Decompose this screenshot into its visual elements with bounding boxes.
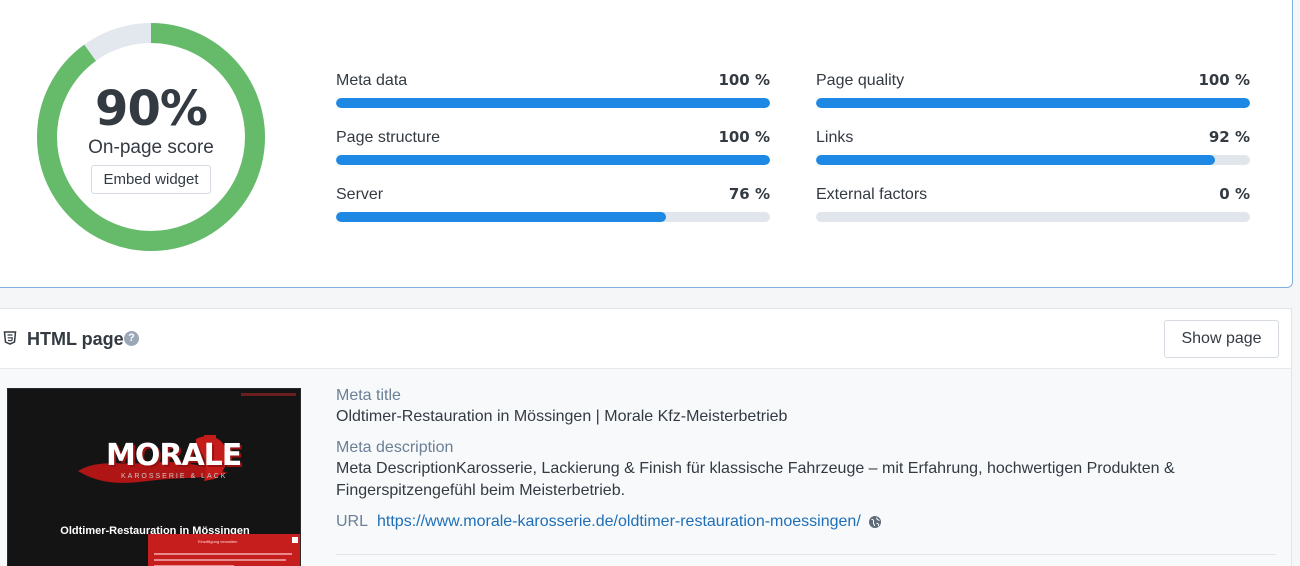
score-value: 90% xyxy=(95,80,208,137)
embed-widget-button[interactable]: Embed widget xyxy=(91,164,211,194)
metric-name: Meta data xyxy=(336,72,408,89)
page-url-link[interactable]: https://www.morale-karosserie.de/oldtime… xyxy=(377,513,861,531)
metric-progress-fill xyxy=(816,98,1250,108)
globe-icon[interactable] xyxy=(868,515,882,529)
metric-progress-fill xyxy=(336,212,666,222)
url-row: URL https://www.morale-karosserie.de/old… xyxy=(336,513,1276,531)
score-label: On-page score xyxy=(88,136,214,158)
metric-progress-bar xyxy=(336,98,770,108)
metric-name: External factors xyxy=(816,186,928,203)
meta-title-block: Meta title Oldtimer-Restauration in Möss… xyxy=(336,387,1276,428)
metric-value: 0 % xyxy=(1219,185,1250,203)
html-page-panel: HTML page ? Show page MORALE KAROSSERIE … xyxy=(0,308,1292,566)
page-meta-info: Meta title Oldtimer-Restauration in Möss… xyxy=(336,387,1276,531)
score-metrics: Meta data 100 % Page quality 100 % Page … xyxy=(336,71,1250,242)
metric-progress-fill xyxy=(336,155,770,165)
metric-name: Page quality xyxy=(816,72,905,89)
meta-title-value: Oldtimer-Restauration in Mössingen | Mor… xyxy=(336,408,788,425)
meta-description-block: Meta description Meta DescriptionKarosse… xyxy=(336,439,1276,502)
html5-shield-icon xyxy=(3,331,17,345)
info-divider xyxy=(336,554,1276,555)
metric-value: 76 % xyxy=(728,185,770,203)
metric-progress-bar xyxy=(816,98,1250,108)
metric-progress-bar xyxy=(336,212,770,222)
metric-name: Server xyxy=(336,186,384,203)
metric-meta-data: Meta data 100 % xyxy=(336,71,770,128)
metric-progress-bar xyxy=(336,155,770,165)
thumbnail-logo-text: MORALE xyxy=(106,438,242,473)
meta-title-label: Meta title xyxy=(336,387,401,404)
page-screenshot-thumbnail[interactable]: MORALE KAROSSERIE & LACK Oldtimer-Restau… xyxy=(7,388,301,566)
metric-progress-bar xyxy=(816,155,1250,165)
thumbnail-topbar xyxy=(241,393,296,396)
metric-external-factors: External factors 0 % xyxy=(816,185,1250,242)
metric-name: Links xyxy=(816,129,854,146)
metric-progress-fill xyxy=(816,155,1216,165)
metric-page-structure: Page structure 100 % xyxy=(336,128,770,185)
metric-server: Server 76 % xyxy=(336,185,770,242)
metric-value: 100 % xyxy=(1198,71,1250,89)
metric-page-quality: Page quality 100 % xyxy=(816,71,1250,128)
panel-title: HTML page xyxy=(27,329,124,349)
metric-progress-fill xyxy=(336,98,770,108)
metric-value: 92 % xyxy=(1208,128,1250,146)
meta-description-value: Meta DescriptionKarosserie, Lackierung &… xyxy=(336,460,1175,499)
thumbnail-cookie-title: Einwilligung verwalten xyxy=(198,539,238,544)
metric-links: Links 92 % xyxy=(816,128,1250,185)
metric-value: 100 % xyxy=(718,71,770,89)
close-icon xyxy=(292,537,298,543)
meta-description-label: Meta description xyxy=(336,439,454,456)
metric-progress-bar xyxy=(816,212,1250,222)
url-label: URL xyxy=(336,513,369,530)
thumbnail-logo-subtitle: KAROSSERIE & LACK xyxy=(121,473,228,480)
on-page-score-card: 90% On-page score Embed widget Meta data… xyxy=(0,0,1293,288)
question-circle-icon[interactable]: ? xyxy=(124,331,139,346)
show-page-button[interactable]: Show page xyxy=(1164,320,1279,358)
metric-value: 100 % xyxy=(718,128,770,146)
html-page-header: HTML page ? Show page xyxy=(0,309,1291,369)
metric-name: Page structure xyxy=(336,129,441,146)
score-donut-chart: 90% On-page score Embed widget xyxy=(33,19,269,255)
thumbnail-cookie-banner: Einwilligung verwalten xyxy=(148,534,300,566)
cookie-text-line xyxy=(154,559,286,561)
cookie-text-line xyxy=(154,553,292,555)
